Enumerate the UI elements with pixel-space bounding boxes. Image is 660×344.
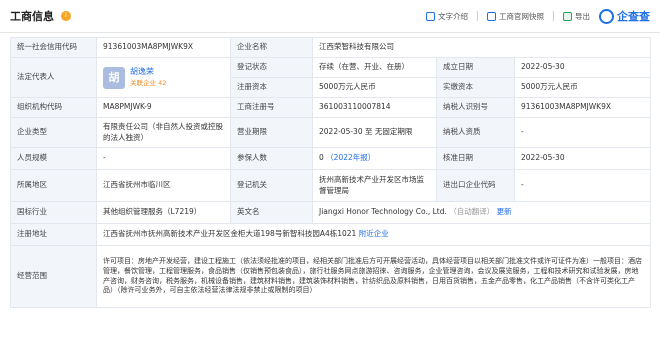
section-header: 工商信息 i 文字介绍 工商官网快照 导出 企查查 <box>0 0 660 33</box>
industry-value: 其他组织管理服务（L7219） <box>96 201 231 224</box>
english-name-note: （自动翻译） <box>449 207 495 217</box>
found-date-label: 成立日期 <box>436 57 515 78</box>
legal-rep: 胡 胡逸荣 关联企业 42 <box>103 66 224 89</box>
legal-rep-name-link[interactable]: 胡逸荣 <box>130 67 166 78</box>
reg-authority-value: 抚州高新技术产业开发区市场监督管理局 <box>312 169 437 202</box>
reg-status-value: 存续（在营、开业、在册） <box>312 57 437 78</box>
logo-mark-icon <box>599 8 614 24</box>
official-snapshot-label: 工商官网快照 <box>499 11 544 21</box>
company-type-label: 企业类型 <box>10 117 97 148</box>
import-export-label: 进出口企业代码 <box>436 169 515 202</box>
text-intro-button[interactable]: 文字介绍 <box>426 11 468 22</box>
table-row: 组织机构代码 MA8PMJWK-9 工商注册号 361003110007814 … <box>10 97 652 118</box>
paid-capital-value: 5000万元人民币 <box>513 77 652 98</box>
legal-rep-label: 法定代表人 <box>10 57 97 98</box>
export-button[interactable]: 导出 <box>563 11 590 22</box>
snapshot-icon <box>487 11 496 21</box>
company-type-value: 有限责任公司（非自然人投资或控股的法人独资） <box>96 117 231 148</box>
region-label: 所属地区 <box>10 169 97 202</box>
section-title: 工商信息 <box>10 10 54 23</box>
scope-value: 许可项目：房地产开发经营，建设工程施工（依法须经批准的项目，经相关部门批准后方可… <box>95 245 652 308</box>
credit-code-label: 统一社会信用代码 <box>10 37 97 58</box>
biz-reg-no-value: 361003110007814 <box>312 97 437 118</box>
biz-reg-no-label: 工商注册号 <box>230 97 313 118</box>
table-row: 所属地区 江西省抚州市临川区 登记机关 抚州高新技术产业开发区市场监督管理局 进… <box>10 169 652 202</box>
table-row: 注册地址 江西省抚州市抚州高新技术产业开发区金柜大道198号新智科技园A4栋10… <box>10 223 652 246</box>
legal-rep-info: 胡逸荣 关联企业 42 <box>130 67 166 88</box>
table-row: 法定代表人 胡 胡逸荣 关联企业 42 登记状态 存续（在营、开业、在册） 成立… <box>10 57 652 98</box>
official-snapshot-button[interactable]: 工商官网快照 <box>487 11 544 22</box>
insured-count: 0 <box>319 153 324 163</box>
section-title-wrap: 工商信息 i <box>10 8 71 24</box>
found-date-value: 2022-05-30 <box>513 57 652 78</box>
company-name-label: 企业名称 <box>230 37 313 58</box>
approve-date-value: 2022-05-30 <box>513 147 652 170</box>
staff-size-value: - <box>96 147 231 170</box>
english-more-link[interactable]: 更新 <box>497 207 512 216</box>
insured-cell: 0 （2022年报） <box>312 147 437 170</box>
reg-capital-value: 5000万元人民币 <box>312 77 437 98</box>
table-row: 国标行业 其他组织管理服务（L7219） 英文名 Jiangxi Honor T… <box>10 201 652 224</box>
taxpayer-id-value: 91361003MA8PMJWK9X <box>513 97 652 118</box>
qichacha-logo: 企查查 <box>599 8 650 24</box>
text-intro-label: 文字介绍 <box>438 11 468 21</box>
legal-rep-cell: 胡 胡逸荣 关联企业 42 <box>96 57 231 98</box>
nearby-companies-link[interactable]: 附近企业 <box>359 229 389 238</box>
address-label: 注册地址 <box>10 223 97 246</box>
import-export-value: - <box>513 169 652 202</box>
credit-code-value: 91361003MA8PMJWK9X <box>96 37 231 58</box>
paid-capital-label: 实缴资本 <box>436 77 515 98</box>
approve-date-label: 核准日期 <box>436 147 515 170</box>
biz-term-label: 营业期限 <box>230 117 313 148</box>
biz-term-value: 2022-05-30 至 无固定期限 <box>312 117 437 148</box>
avatar[interactable]: 胡 <box>103 66 125 89</box>
org-code-value: MA8PMJWK-9 <box>96 97 231 118</box>
address-cell: 江西省抚州市抚州高新技术产业开发区金柜大道198号新智科技园A4栋1021 附近… <box>95 223 652 246</box>
english-name-label: 英文名 <box>230 201 313 224</box>
region-value: 江西省抚州市临川区 <box>96 169 231 202</box>
divider <box>477 11 478 21</box>
table-row: 企业类型 有限责任公司（非自然人投资或控股的法人独资） 营业期限 2022-05… <box>10 117 652 148</box>
info-icon[interactable]: i <box>61 11 71 21</box>
org-code-label: 组织机构代码 <box>10 97 97 118</box>
scope-label: 经营范围 <box>10 245 97 308</box>
related-companies-link[interactable]: 关联企业 42 <box>130 79 166 88</box>
export-label: 导出 <box>575 11 590 21</box>
insured-year-link[interactable]: （2022年报） <box>326 153 375 162</box>
table-row: 人员规模 - 参保人数 0 （2022年报） 核准日期 2022-05-30 <box>10 147 652 170</box>
taxpayer-id-label: 纳税人识别号 <box>436 97 515 118</box>
staff-size-label: 人员规模 <box>10 147 97 170</box>
table-row: 经营范围 许可项目：房地产开发经营，建设工程施工（依法须经批准的项目，经相关部门… <box>10 245 652 308</box>
english-name-value: Jiangxi Honor Technology Co., Ltd. <box>319 207 447 217</box>
address-value: 江西省抚州市抚州高新技术产业开发区金柜大道198号新智科技园A4栋1021 <box>103 229 357 239</box>
insured-label: 参保人数 <box>230 147 313 170</box>
business-info-table: 统一社会信用代码 91361003MA8PMJWK9X 企业名称 江西荣智科技有… <box>10 37 652 308</box>
taxpayer-quali-label: 纳税人资质 <box>436 117 515 148</box>
excel-icon <box>563 11 572 21</box>
english-name-cell: Jiangxi Honor Technology Co., Ltd. （自动翻译… <box>311 201 652 224</box>
reg-status-label: 登记状态 <box>230 57 313 78</box>
industry-label: 国标行业 <box>10 201 97 224</box>
reg-capital-label: 注册资本 <box>230 77 313 98</box>
document-icon <box>426 11 435 21</box>
company-name-value: 江西荣智科技有限公司 <box>311 37 652 58</box>
reg-authority-label: 登记机关 <box>230 169 313 202</box>
logo-text: 企查查 <box>617 10 650 23</box>
table-row: 统一社会信用代码 91361003MA8PMJWK9X 企业名称 江西荣智科技有… <box>10 37 652 58</box>
toolbar: 文字介绍 工商官网快照 导出 企查查 <box>426 8 650 24</box>
taxpayer-quali-value: - <box>513 117 652 148</box>
divider <box>553 11 554 21</box>
